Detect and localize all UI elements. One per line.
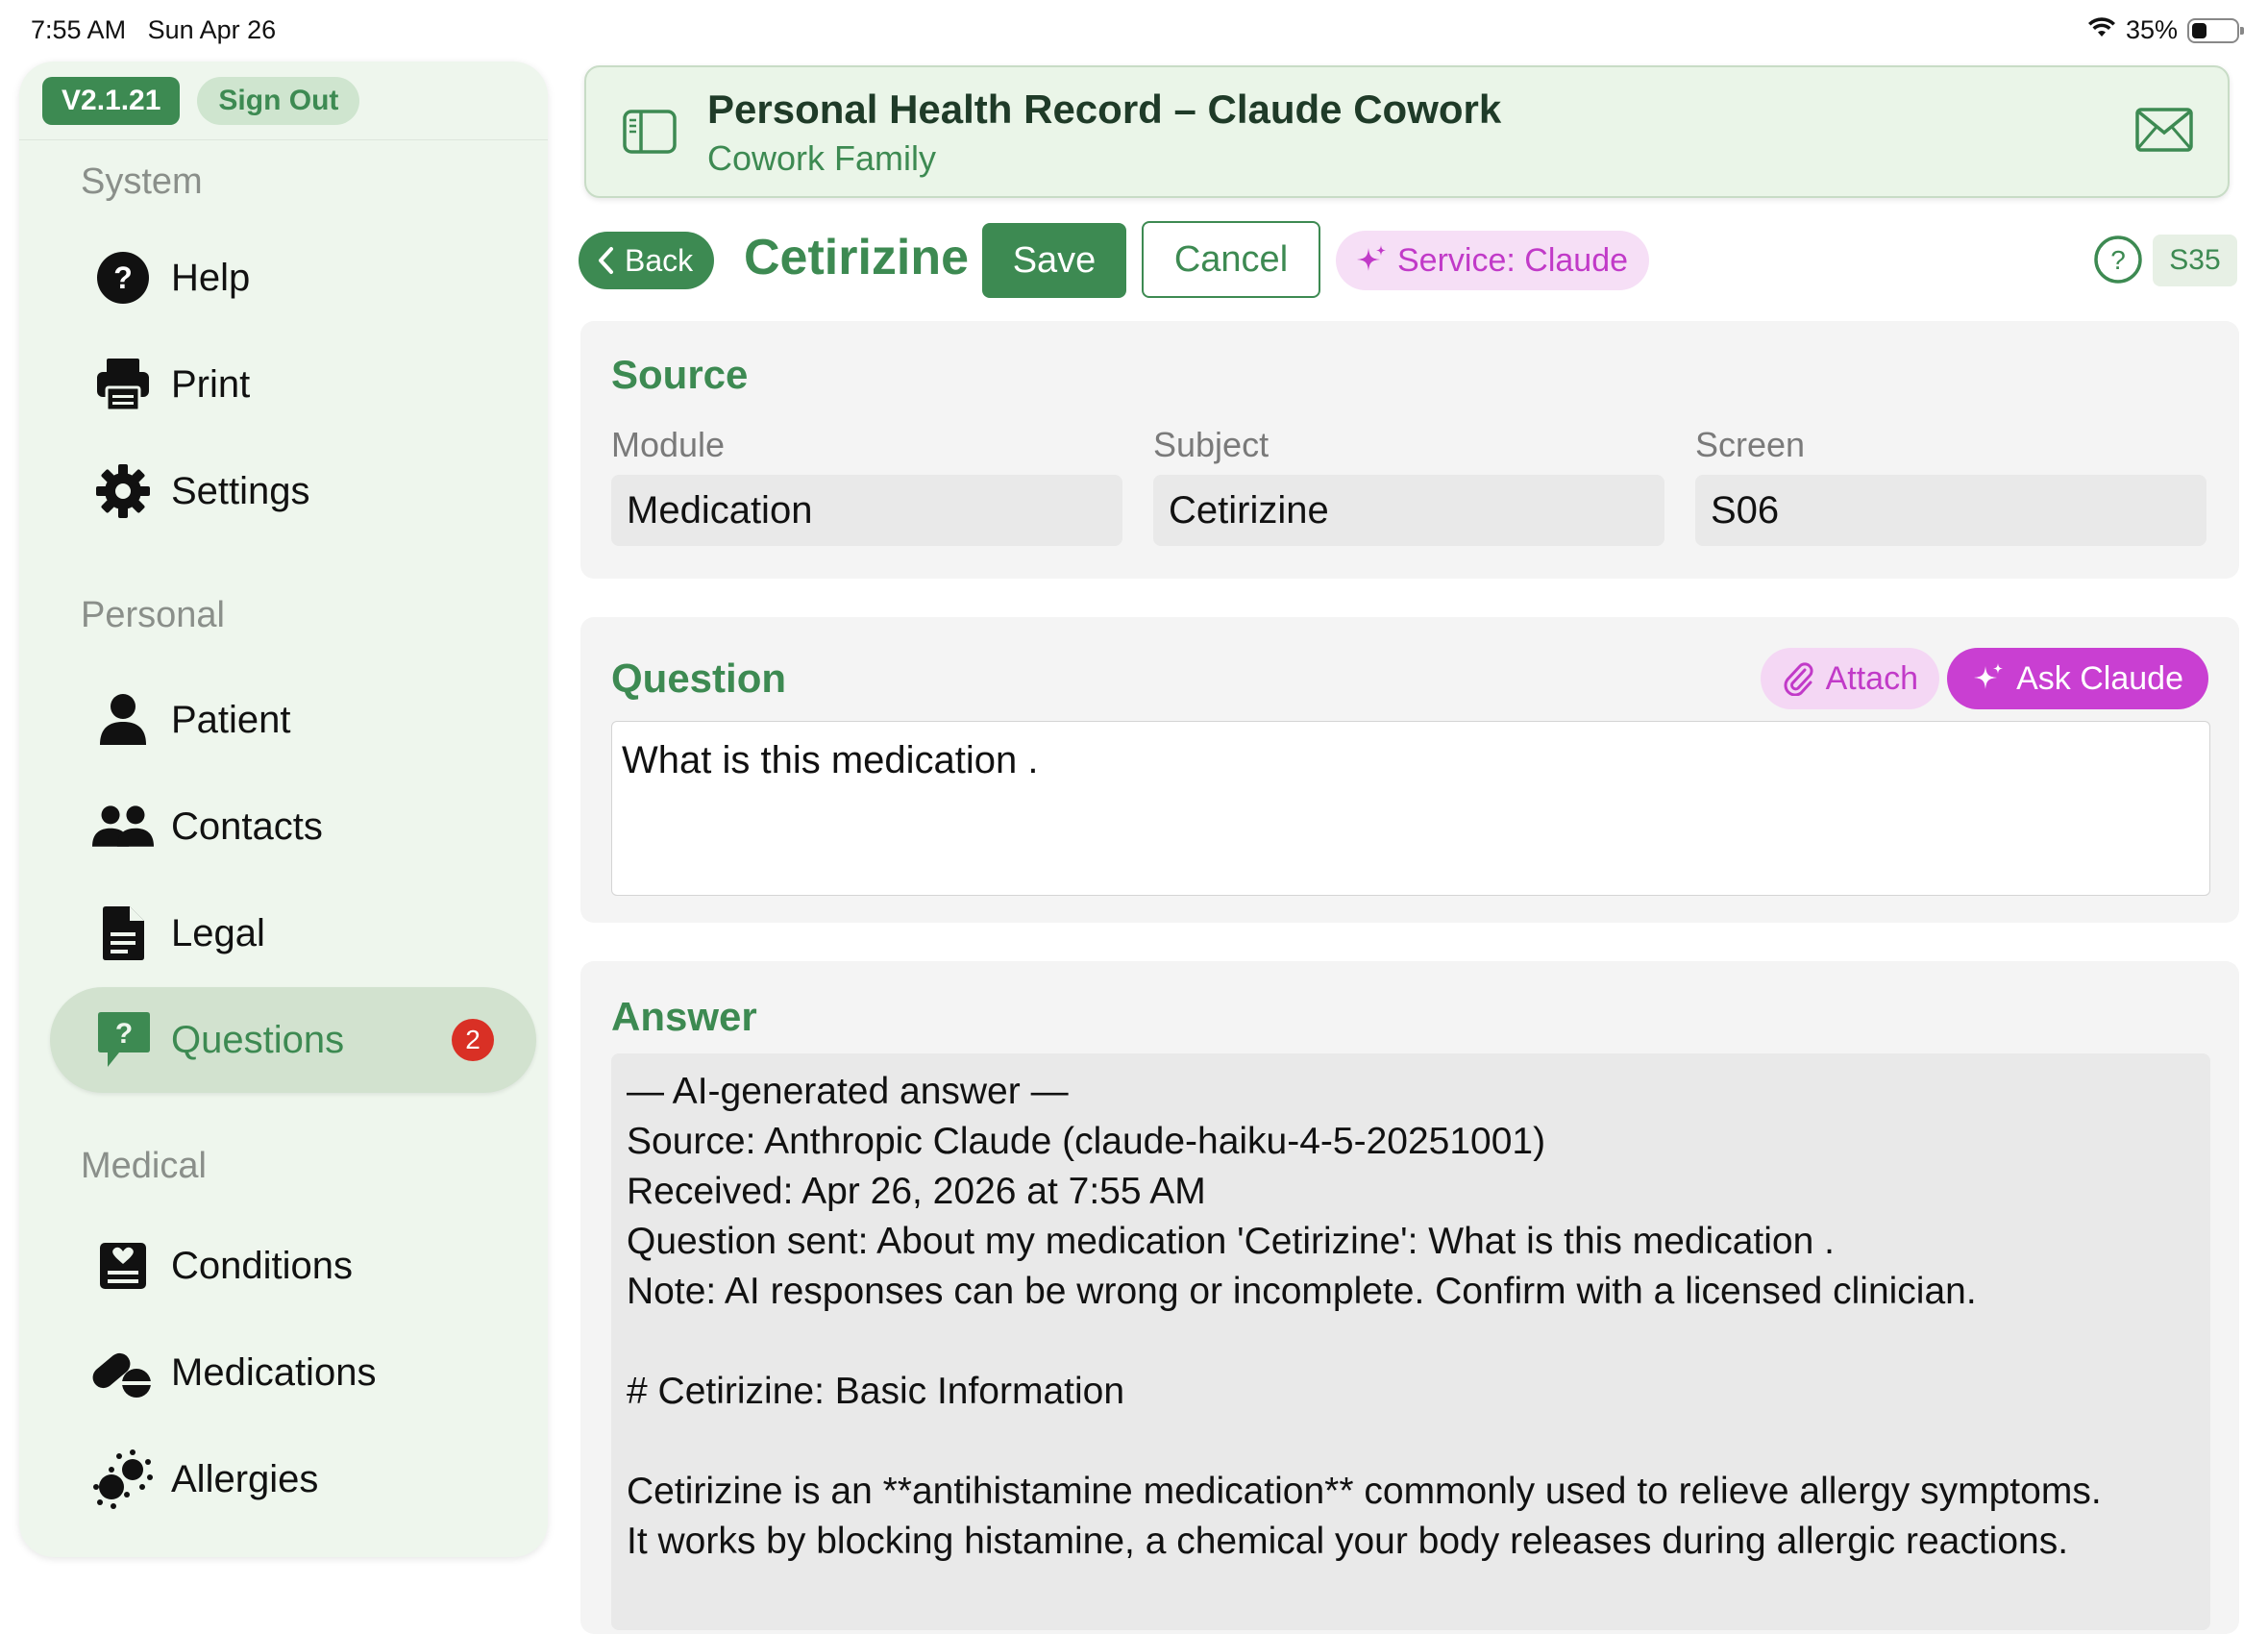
questions-count-badge: 2 (452, 1019, 494, 1061)
sidebar-item-label: Help (171, 256, 251, 299)
ask-claude-button[interactable]: Ask Claude (1947, 648, 2208, 709)
document-icon (92, 903, 154, 964)
source-title: Source (611, 352, 749, 397)
section-label-medical: Medical (81, 1146, 207, 1186)
service-pill[interactable]: Service: Claude (1336, 231, 1650, 290)
subject-field: Cetirizine (1153, 475, 1664, 546)
answer-title: Answer (611, 994, 757, 1039)
sidebar-item-allergies[interactable]: Allergies (50, 1426, 536, 1532)
attach-button[interactable]: Attach (1760, 648, 1939, 709)
status-time: 7:55 AM Sun Apr 26 (31, 15, 277, 44)
sidebar-item-questions[interactable]: ? Questions 2 (50, 987, 536, 1093)
people-icon (92, 796, 154, 857)
sidebar-item-settings[interactable]: Settings (50, 438, 536, 544)
subject-label: Subject (1153, 425, 1270, 464)
answer-text[interactable]: — AI-generated answer — Source: Anthropi… (611, 1053, 2210, 1630)
sidebar-item-label: Contacts (171, 805, 323, 848)
gear-icon (92, 460, 154, 522)
person-icon (92, 689, 154, 751)
help-circle-icon: ? (92, 247, 154, 309)
service-label: Service: Claude (1397, 241, 1629, 279)
answer-line: Question sent: About my medication 'Ceti… (627, 1221, 1835, 1262)
app-title: Personal Health Record – Claude Cowork (707, 87, 1502, 132)
paperclip-icon (1784, 662, 1813, 696)
question-title: Question (611, 656, 787, 701)
sparkle-icon (1357, 245, 1386, 271)
screen-label: Screen (1695, 425, 1806, 464)
wifi-icon (2087, 15, 2116, 45)
toolbar: Back Cetirizine Save Cancel Service: Cla… (579, 219, 2239, 302)
svg-text:?: ? (113, 260, 133, 295)
status-bar: 7:55 AM Sun Apr 26 35% (0, 0, 2268, 60)
sidebar-item-patient[interactable]: Patient (50, 667, 536, 773)
sidebar-item-label: Patient (171, 698, 291, 741)
screen-code-badge: S35 (2153, 235, 2237, 286)
answer-line: Received: Apr 26, 2026 at 7:55 AM (627, 1171, 1206, 1212)
answer-line (627, 1417, 2195, 1467)
module-field: Medication (611, 475, 1122, 546)
svg-text:?: ? (2110, 245, 2126, 275)
medical-chart-icon (92, 1235, 154, 1297)
question-card: Question Attach Ask Claude What is this … (580, 617, 2239, 923)
chevron-left-icon (599, 247, 613, 274)
sidebar-item-label: Allergies (171, 1457, 319, 1500)
svg-text:?: ? (115, 1018, 133, 1050)
answer-card: Answer — AI-generated answer — Source: A… (580, 961, 2239, 1634)
sidebar-item-print[interactable]: Print (50, 332, 536, 437)
sidebar-item-legal[interactable]: Legal (50, 880, 536, 986)
sidebar-top-bar: V2.1.21 Sign Out (19, 62, 548, 140)
help-icon[interactable]: ? (2093, 235, 2143, 289)
answer-line: Note: AI responses can be wrong or incom… (627, 1271, 1977, 1312)
module-label: Module (611, 425, 726, 464)
sign-out-button[interactable]: Sign Out (197, 76, 360, 125)
version-badge: V2.1.21 (42, 76, 181, 125)
sidebar-item-medications[interactable]: Medications (50, 1320, 536, 1425)
attach-label: Attach (1825, 659, 1918, 697)
sparkle-icon (1974, 663, 2004, 689)
header-card: Personal Health Record – Claude Cowork C… (584, 65, 2230, 198)
family-name: Cowork Family (707, 138, 937, 178)
answer-line: It works by blocking histamine, a chemic… (627, 1521, 2069, 1562)
answer-line: # Cetirizine: Basic Information (627, 1371, 1125, 1412)
sidebar-item-label: Medications (171, 1350, 377, 1394)
cancel-button[interactable]: Cancel (1142, 221, 1320, 298)
question-bubble-icon: ? (92, 1009, 154, 1071)
sidebar-item-label: Conditions (171, 1244, 354, 1287)
status-right: 35% (2087, 15, 2244, 45)
sidebar-item-label: Legal (171, 911, 265, 954)
allergen-icon (92, 1448, 154, 1510)
source-card: Source Module Medication Subject Cetiriz… (580, 321, 2239, 579)
save-button[interactable]: Save (982, 223, 1126, 298)
answer-line (627, 1317, 2195, 1367)
pills-icon (92, 1342, 154, 1403)
sidebar-item-help[interactable]: ? Help (50, 225, 536, 331)
battery-icon (2187, 17, 2244, 43)
sidebar-item-label: Settings (171, 469, 310, 512)
printer-icon (92, 354, 154, 415)
ask-claude-label: Ask Claude (2016, 659, 2183, 697)
section-label-system: System (81, 161, 203, 202)
answer-line: Cetirizine is an **antihistamine medicat… (627, 1471, 2102, 1512)
sidebar-item-contacts[interactable]: Contacts (50, 774, 536, 879)
sidebar-item-label: Print (171, 362, 251, 406)
envelope-icon[interactable] (2135, 108, 2193, 157)
sidebar-item-conditions[interactable]: Conditions (50, 1213, 536, 1319)
battery-percent: 35% (2125, 15, 2178, 44)
question-input[interactable]: What is this medication . (611, 721, 2210, 896)
screen-field: S06 (1695, 475, 2206, 546)
sidebar: V2.1.21 Sign Out System ? Help Print Set… (19, 62, 548, 1557)
page-title: Cetirizine (744, 230, 970, 285)
sidebar-item-label: Questions (171, 1018, 345, 1061)
answer-line: Source: Anthropic Claude (claude-haiku-4… (627, 1121, 1546, 1162)
sidebar-toggle-icon[interactable] (623, 110, 677, 159)
back-button[interactable]: Back (579, 232, 715, 289)
back-label: Back (625, 242, 694, 278)
section-label-personal: Personal (81, 595, 225, 635)
answer-line: — AI-generated answer — (627, 1071, 1069, 1112)
